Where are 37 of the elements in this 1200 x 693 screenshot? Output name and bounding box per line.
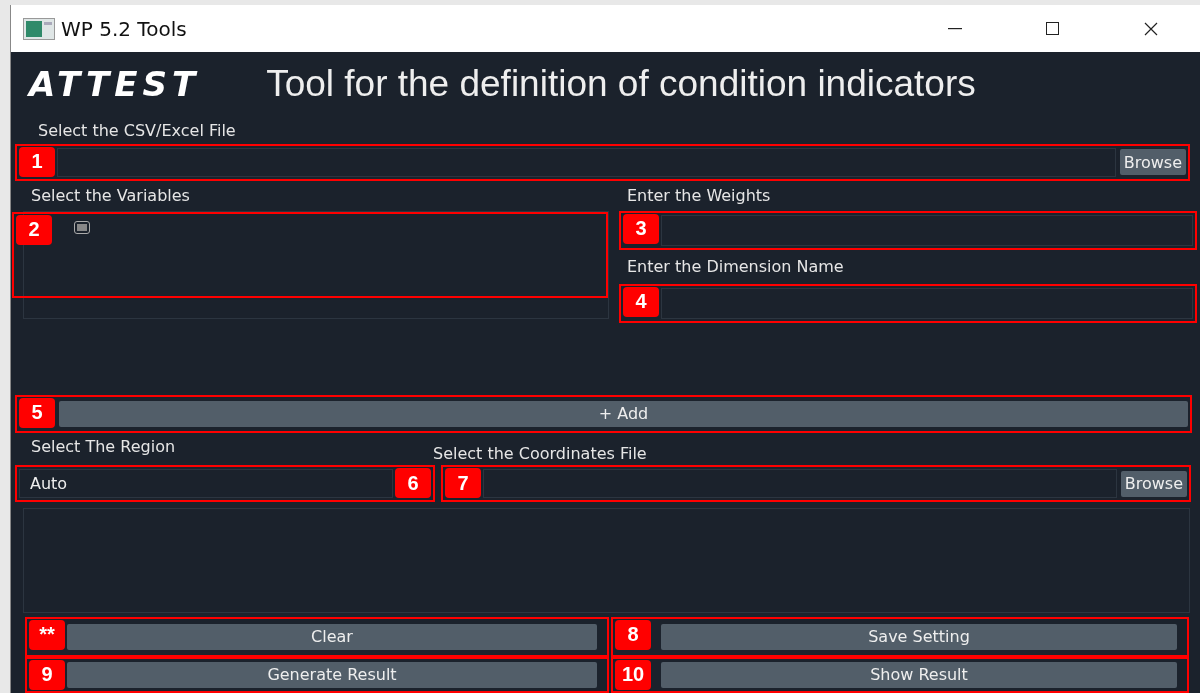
maximize-icon <box>1046 21 1060 36</box>
annotation-badge: 4 <box>623 286 659 317</box>
annotation-badge: 1 <box>19 146 55 177</box>
field-label: Select the Coordinates File <box>433 443 648 464</box>
window-title: WP 5.2 Tools <box>61 16 188 41</box>
logo: ATTEST <box>29 64 201 105</box>
annotation-badge: 6 <box>395 468 431 499</box>
action-button[interactable]: Show Result <box>661 662 1177 688</box>
annotation-badge: 10 <box>615 660 651 690</box>
field-label: Select the CSV/Excel File <box>38 119 237 142</box>
checkbox[interactable] <box>74 220 90 234</box>
field-label: Select The Region <box>31 435 177 458</box>
add-button[interactable]: + Add <box>59 400 1188 427</box>
action-button[interactable]: Save Setting <box>661 624 1177 650</box>
file-path-field[interactable] <box>57 147 1116 177</box>
browse-button[interactable]: Browse <box>1120 470 1187 497</box>
annotation-badge: 9 <box>29 660 65 690</box>
dimension-name-field[interactable] <box>661 287 1193 319</box>
browse-button[interactable]: Browse <box>1119 149 1186 176</box>
annotation-badge: 5 <box>19 397 55 428</box>
annotation-badge: 2 <box>16 214 52 245</box>
field-label: Enter the Weights <box>627 185 772 208</box>
annotation-badge: 3 <box>623 213 659 244</box>
app-icon <box>23 17 55 40</box>
weights-field[interactable] <box>661 214 1193 246</box>
field-label: Select the Variables <box>31 185 191 208</box>
field-label: Enter the Dimension Name <box>627 256 845 279</box>
app-title: Tool for the definition of condition indicators <box>266 63 976 106</box>
close-icon <box>1144 21 1158 36</box>
coordinates-file-field[interactable] <box>483 469 1117 499</box>
minimize-icon <box>948 27 962 30</box>
annotation-badge: ** <box>29 620 65 650</box>
annotation-badge: 8 <box>615 620 651 650</box>
action-button[interactable]: Clear <box>67 624 597 650</box>
annotation-badge: 7 <box>445 468 481 499</box>
action-button[interactable]: Generate Result <box>67 662 597 688</box>
region-field[interactable]: Auto <box>19 469 393 499</box>
